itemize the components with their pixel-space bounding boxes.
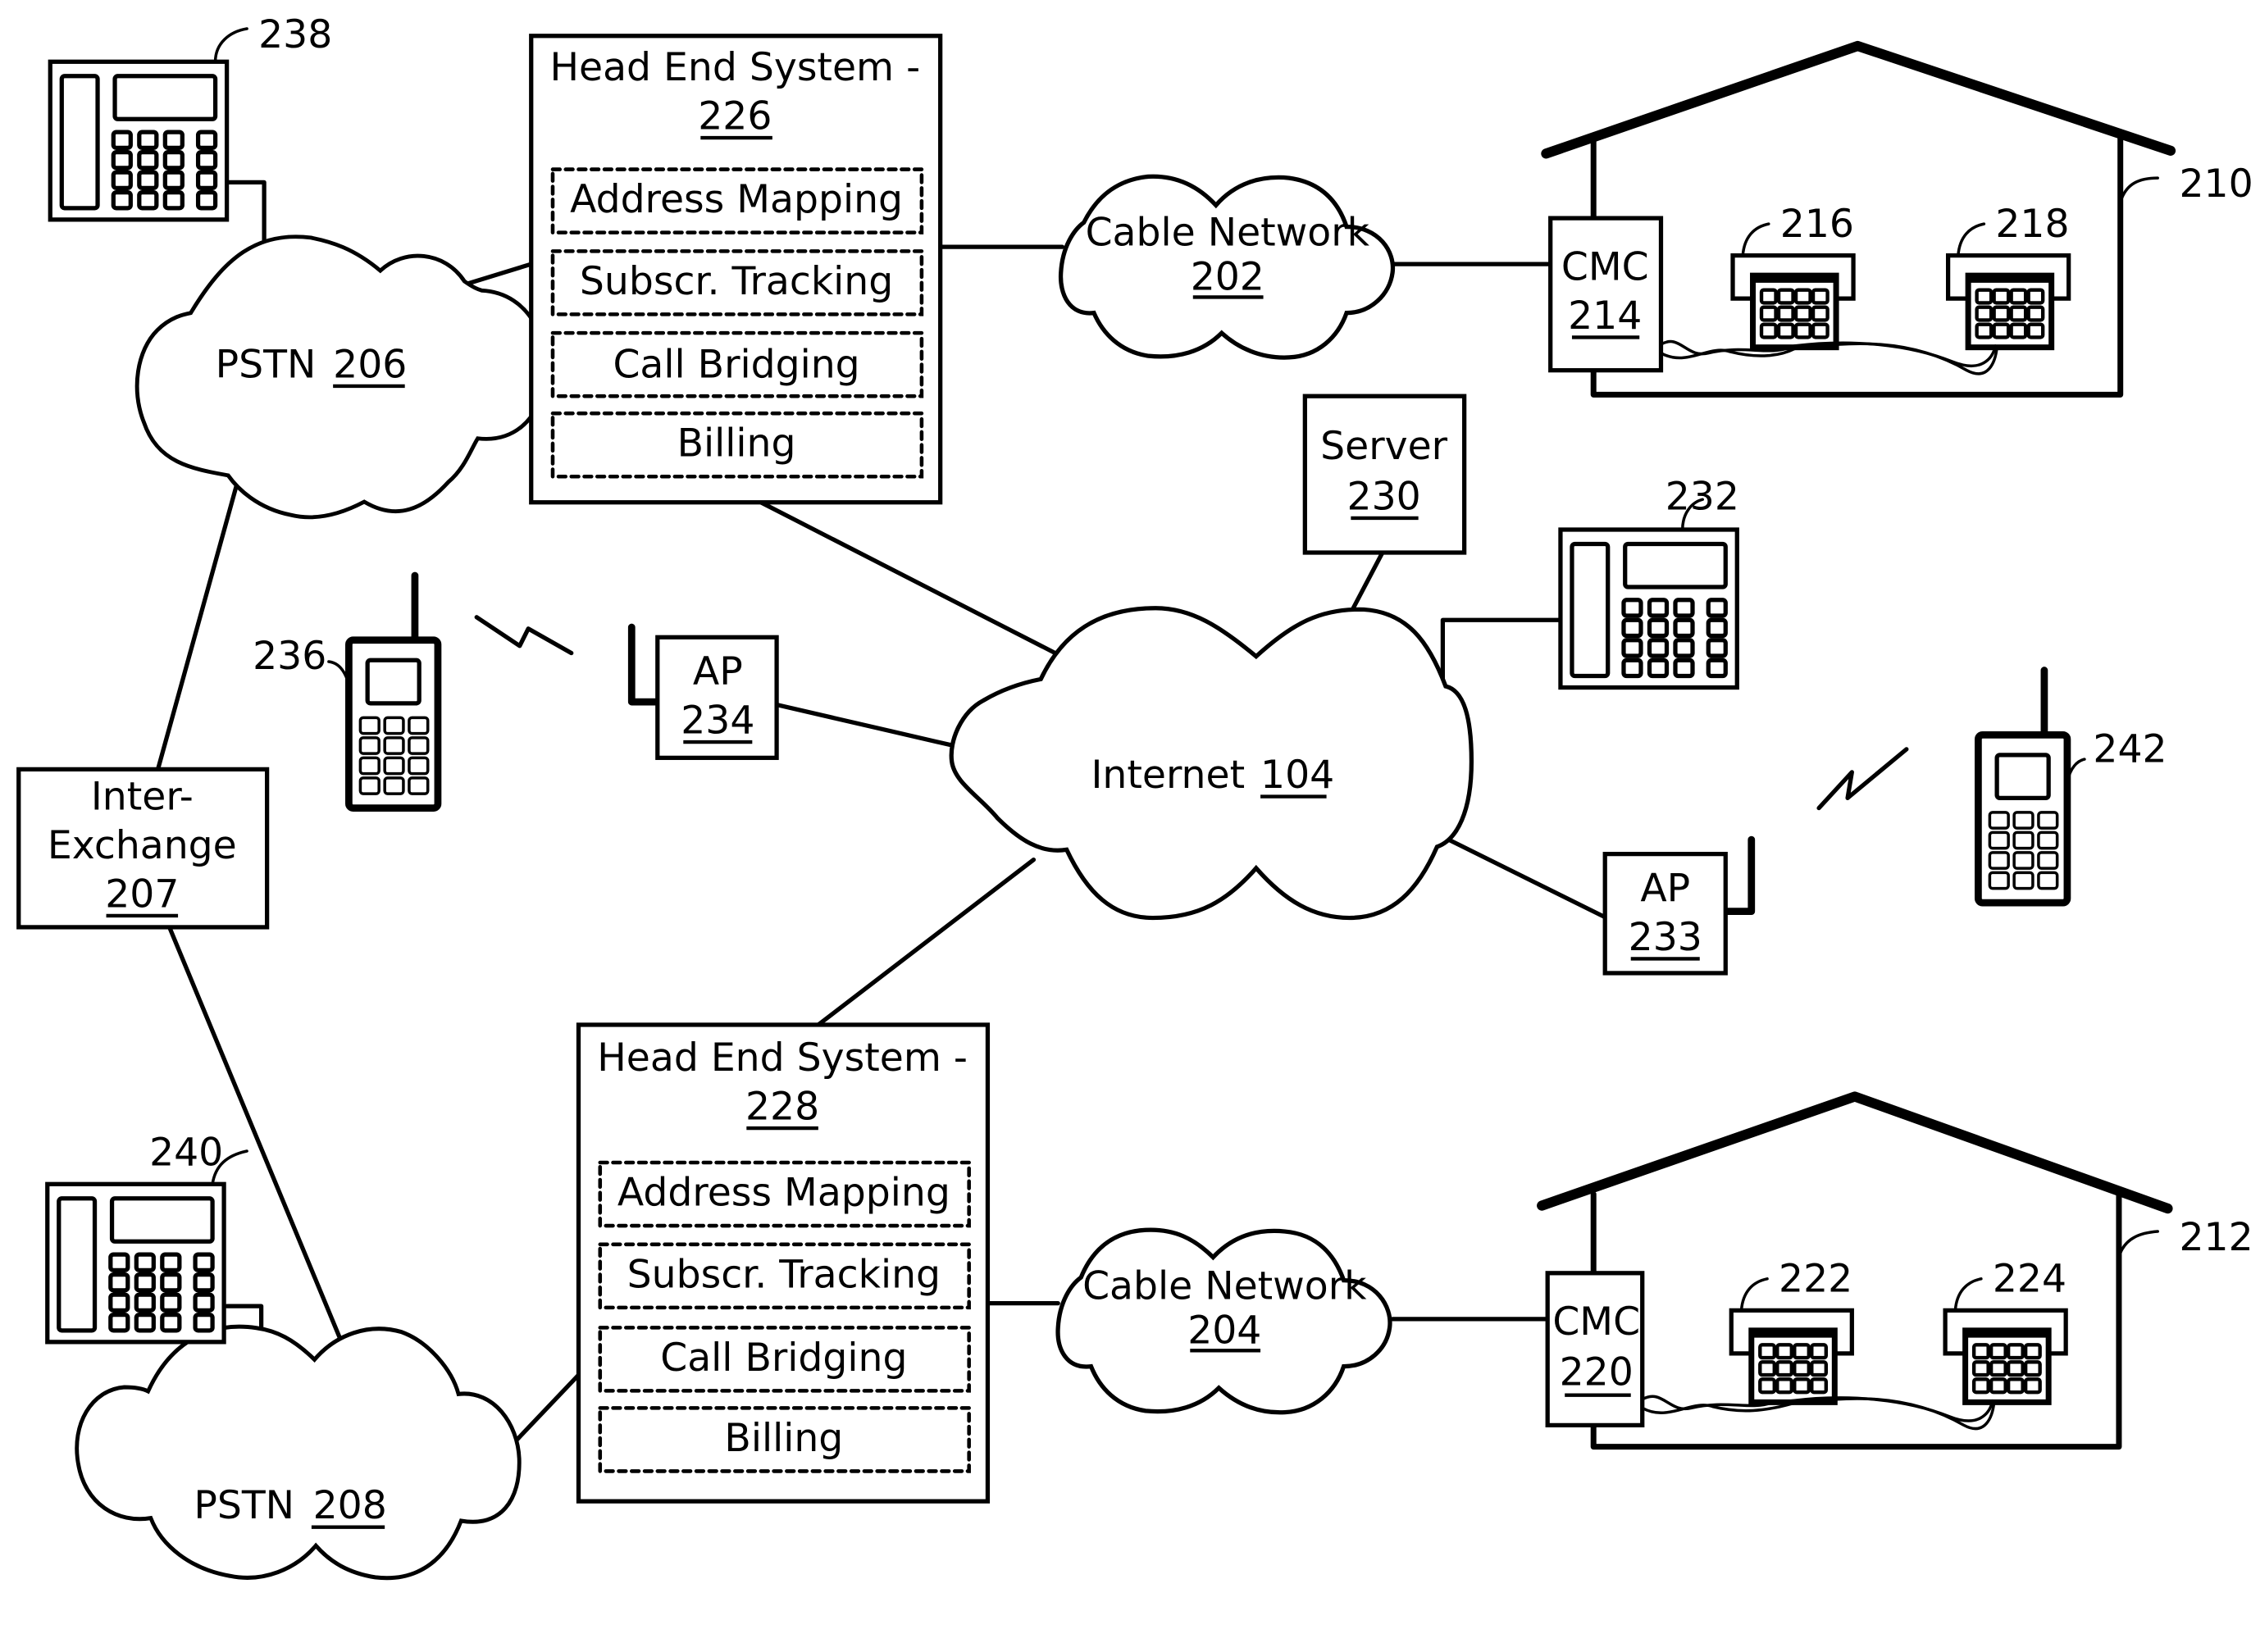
mobile-phone-icon <box>1978 671 2067 903</box>
ap-234-ref: 234 <box>681 699 754 744</box>
pstn-206-label: PSTN <box>216 342 317 387</box>
ref-222: 222 <box>1779 1257 1852 1302</box>
svg-text:Address Mapping: Address Mapping <box>570 177 903 222</box>
svg-text:Call Bridging: Call Bridging <box>660 1336 907 1381</box>
in-home-wiring <box>1640 1395 1996 1431</box>
pstn-208-ref: 208 <box>313 1483 387 1528</box>
server-ref: 230 <box>1347 474 1421 519</box>
svg-text:Call Bridging: Call Bridging <box>613 342 859 387</box>
link-ap234-internet <box>774 702 953 748</box>
antenna-icon <box>1721 835 1756 916</box>
pstn-208-label: PSTN <box>194 1483 294 1528</box>
phone-icon <box>1948 256 2069 348</box>
phone-icon <box>48 1184 224 1342</box>
ref-242: 242 <box>2093 727 2167 772</box>
mobile-phone-242[interactable]: 242 <box>1978 671 2167 903</box>
svg-text:CMC: CMC <box>1552 1299 1640 1345</box>
svg-text:Exchange: Exchange <box>48 823 237 868</box>
svg-text:Inter-: Inter- <box>91 774 194 819</box>
ref-210: 210 <box>2179 162 2251 207</box>
mobile-phone-236[interactable]: 236 <box>253 576 438 808</box>
svg-text:Billing: Billing <box>724 1416 843 1461</box>
ref-216: 216 <box>1780 202 1854 247</box>
inter-exchange-207[interactable]: Inter- Exchange 207 <box>16 767 270 930</box>
ref-232: 232 <box>1665 474 1739 519</box>
head-end-system-228[interactable]: Head End System - 228 Address Mapping Su… <box>576 1022 991 1504</box>
link-internet-headend228 <box>816 858 1037 1027</box>
mobile-phone-icon <box>349 576 438 808</box>
cable-network-204-cloud[interactable]: Cable Network 204 <box>1055 1227 1392 1415</box>
ref-218: 218 <box>1995 202 2069 247</box>
link-pstn206-interexchange <box>155 445 249 771</box>
phone-icon <box>1945 1310 2066 1402</box>
home-phone-216[interactable]: 216 <box>1733 202 1854 348</box>
ap-233-ref: 233 <box>1629 915 1702 960</box>
head-end-226-title: Head End System - <box>549 45 920 90</box>
ref-240: 240 <box>149 1131 223 1176</box>
access-point-233[interactable]: AP 233 <box>1602 835 1756 976</box>
ref-236: 236 <box>253 634 326 679</box>
cable-network-204-label: Cable Network <box>1082 1263 1367 1308</box>
cable-network-202-ref: 202 <box>1191 255 1264 300</box>
pstn-208-cloud[interactable]: PSTN 208 <box>75 1324 522 1581</box>
desk-phone-238[interactable]: 238 <box>50 12 332 220</box>
pstn-206-ref: 206 <box>333 342 407 387</box>
svg-text:AP: AP <box>693 649 743 694</box>
cmc-214[interactable]: CMC 214 <box>1548 216 1664 373</box>
phone-icon <box>1731 1310 1852 1402</box>
svg-text:Billing: Billing <box>677 421 796 466</box>
cmc-220-ref: 220 <box>1560 1349 1634 1395</box>
desk-phone-240[interactable]: 240 <box>48 1131 248 1342</box>
internet-cloud[interactable]: Internet 104 <box>949 606 1474 921</box>
internet-ref: 104 <box>1260 753 1334 798</box>
house-210[interactable]: 210 CMC 214 216 218 <box>1541 40 2251 398</box>
svg-text:Address Mapping: Address Mapping <box>617 1171 950 1216</box>
network-diagram: PSTN 206 PSTN 208 Cable Network 202 Cabl… <box>16 12 2251 1581</box>
cmc-214-ref: 214 <box>1568 294 1642 339</box>
antenna-icon <box>627 623 662 706</box>
head-end-228-ref: 228 <box>745 1085 819 1130</box>
svg-text:CMC: CMC <box>1561 244 1649 289</box>
phone-icon <box>50 61 226 220</box>
svg-text:Subscr. Tracking: Subscr. Tracking <box>580 259 893 304</box>
phone-icon <box>1561 530 1737 688</box>
in-home-wiring <box>1659 339 1998 375</box>
server-230[interactable]: Server 230 <box>1302 394 1467 555</box>
ref-238: 238 <box>258 12 332 57</box>
access-point-234[interactable]: AP 234 <box>627 623 779 760</box>
internet-label: Internet <box>1091 753 1245 798</box>
house-212[interactable]: 212 CMC 220 222 224 <box>1537 1091 2251 1450</box>
link-phone232-internet <box>1440 617 1563 708</box>
ref-224: 224 <box>1993 1257 2066 1302</box>
head-end-system-226[interactable]: Head End System - 226 Address Mapping Su… <box>529 34 943 505</box>
head-end-228-title: Head End System - <box>597 1035 968 1081</box>
phone-icon <box>1733 256 1853 348</box>
ref-212: 212 <box>2179 1215 2251 1260</box>
cable-network-202-cloud[interactable]: Cable Network 202 <box>1058 174 1396 360</box>
desk-phone-232[interactable]: 232 <box>1561 474 1739 687</box>
head-end-226-ref: 226 <box>698 94 772 139</box>
home-phone-224[interactable]: 224 <box>1945 1257 2066 1403</box>
cmc-220[interactable]: CMC 220 <box>1545 1271 1645 1428</box>
link-internet-ap233 <box>1440 835 1607 920</box>
svg-text:Subscr. Tracking: Subscr. Tracking <box>627 1252 941 1297</box>
wireless-signal-icon <box>474 615 574 656</box>
home-phone-218[interactable]: 218 <box>1948 202 2070 348</box>
inter-exchange-ref: 207 <box>105 872 179 917</box>
link-headend226-internet <box>759 500 1058 656</box>
wireless-signal-icon <box>1816 747 1909 811</box>
cable-network-204-ref: 204 <box>1187 1308 1261 1354</box>
home-phone-222[interactable]: 222 <box>1731 1257 1852 1403</box>
cable-network-202-label: Cable Network <box>1086 210 1370 255</box>
server-label: Server <box>1320 424 1448 469</box>
svg-text:AP: AP <box>1640 866 1690 911</box>
